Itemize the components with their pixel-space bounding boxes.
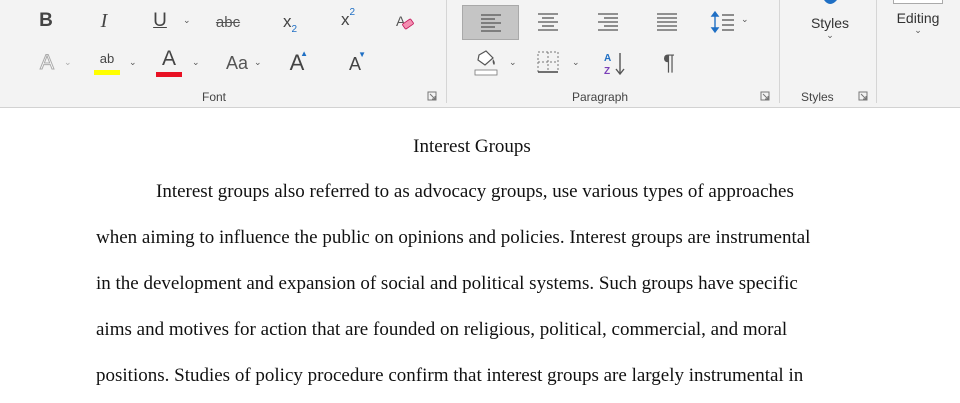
strikethrough-button[interactable]: abc (212, 9, 244, 35)
show-formatting-marks-button[interactable]: ¶ (654, 48, 684, 78)
change-case-dropdown-icon[interactable]: ⌄ (254, 57, 262, 68)
text-effects-button[interactable]: A (34, 49, 60, 77)
highlight-dropdown-icon[interactable]: ⌄ (129, 57, 137, 68)
paragraph-line: Interest groups also referred to as advo… (156, 181, 794, 202)
grow-font-arrow-icon: ▲ (300, 49, 308, 58)
shrink-font-button[interactable]: A ▼ (340, 50, 370, 78)
font-color-label: A (161, 46, 176, 70)
svg-text:Z: Z (604, 66, 610, 76)
ribbon: B I U ⌄ abc x2 x2 A A ⌄ ab ⌄ A ⌄ Aa ⌄ A (0, 0, 960, 108)
justify-button[interactable] (653, 8, 681, 36)
align-right-icon (598, 13, 618, 31)
styles-dropdown-icon: ⌄ (826, 30, 834, 40)
align-left-button[interactable] (462, 5, 519, 40)
highlight-label: ab (99, 50, 115, 66)
line-spacing-icon (710, 10, 734, 34)
editing-button[interactable]: Editing ⌄ (888, 0, 948, 50)
grow-font-button[interactable]: A ▲ (282, 48, 312, 78)
align-right-button[interactable] (594, 8, 622, 36)
underline-button[interactable]: U (146, 8, 174, 34)
italic-button[interactable]: I (90, 8, 118, 34)
line-spacing-button[interactable] (708, 7, 738, 37)
font-color-bar (156, 71, 182, 77)
document-page[interactable]: Interest Groups Interest groups also ref… (0, 109, 960, 403)
underline-label: U (153, 10, 167, 31)
highlight-button[interactable]: ab (92, 48, 122, 78)
paragraph-styles-divider (779, 0, 780, 103)
font-color-dropdown-icon[interactable]: ⌄ (192, 57, 200, 68)
styles-gallery-button[interactable]: Styles ⌄ (800, 0, 860, 50)
svg-text:A: A (604, 53, 611, 64)
change-case-label: Aa (225, 52, 249, 73)
shading-button[interactable] (470, 47, 502, 79)
superscript-button[interactable]: x2 (334, 6, 362, 34)
font-group-label: Font (202, 90, 227, 104)
strikethrough-label: abc (215, 13, 241, 31)
styles-dialog-launcher-icon[interactable] (858, 91, 868, 101)
editing-dropdown-icon: ⌄ (914, 25, 922, 35)
highlight-color-bar (94, 69, 120, 75)
sort-button[interactable]: A Z (600, 48, 630, 78)
bold-label: B (39, 10, 53, 31)
borders-dropdown-icon[interactable]: ⌄ (572, 57, 580, 68)
subscript-button[interactable]: x2 (276, 8, 304, 36)
styles-group-label: Styles (801, 90, 834, 104)
superscript-base: x (340, 10, 350, 29)
line-spacing-dropdown-icon[interactable]: ⌄ (741, 14, 749, 25)
font-paragraph-divider (446, 0, 447, 103)
paragraph-line: positions. Studies of policy procedure c… (96, 365, 804, 386)
borders-icon (537, 51, 559, 73)
shrink-font-arrow-icon: ▼ (358, 50, 366, 59)
align-center-button[interactable] (534, 8, 562, 36)
shading-dropdown-icon[interactable]: ⌄ (509, 57, 517, 68)
justify-icon (657, 13, 677, 31)
subscript-mark: 2 (291, 23, 298, 35)
text-effects-dropdown-icon[interactable]: ⌄ (64, 57, 72, 68)
borders-button[interactable] (534, 48, 562, 76)
font-color-button[interactable]: A (154, 46, 184, 78)
underline-dropdown-icon[interactable]: ⌄ (183, 15, 191, 26)
shading-bucket-icon (474, 50, 498, 76)
editing-icon-edge (893, 0, 943, 4)
align-left-icon (480, 13, 501, 32)
paragraph-line: when aiming to influence the public on o… (96, 227, 811, 248)
paragraph-group-label: Paragraph (572, 90, 629, 104)
styles-icon (824, 0, 837, 4)
editing-button-label: Editing (896, 10, 940, 26)
superscript-mark: 2 (349, 6, 356, 18)
subscript-base: x (282, 12, 292, 31)
text-effects-label: A (39, 51, 54, 75)
change-case-button[interactable]: Aa (220, 50, 254, 76)
bold-button[interactable]: B (32, 8, 60, 34)
clear-formatting-icon: A (396, 13, 414, 30)
italic-label: I (100, 9, 108, 32)
align-center-icon (538, 13, 558, 31)
document-title: Interest Groups (413, 136, 531, 157)
styles-button-label: Styles (810, 15, 850, 31)
paragraph-line: in the development and expansion of soci… (96, 273, 798, 294)
styles-editing-divider (876, 0, 877, 103)
paragraph-line: aims and motives for action that are fou… (96, 319, 788, 340)
pilcrow-icon: ¶ (663, 50, 675, 75)
font-dialog-launcher-icon[interactable] (427, 91, 437, 101)
clear-formatting-button[interactable]: A (390, 8, 420, 36)
paragraph-dialog-launcher-icon[interactable] (760, 91, 770, 101)
sort-icon: A Z (604, 53, 625, 76)
